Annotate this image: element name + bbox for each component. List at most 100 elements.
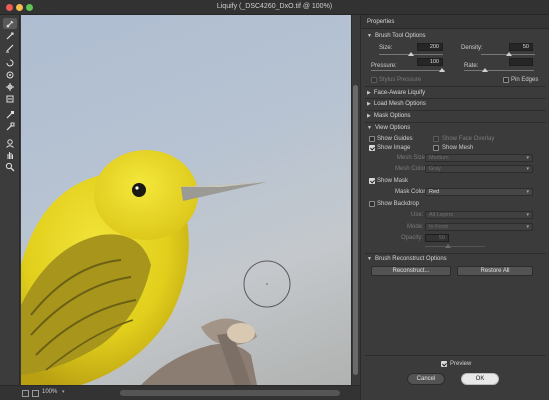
pressure-label: Pressure: [371, 63, 397, 69]
hand-tool[interactable] [3, 149, 17, 160]
view-options-header[interactable]: ▼ View Options [367, 125, 410, 131]
opacity-slider-knob[interactable] [445, 244, 451, 248]
show-mesh-label: Show Mesh [442, 145, 474, 151]
reconstruct-icon [6, 32, 14, 39]
size-input[interactable]: 200 [417, 43, 443, 51]
status-panel-icon[interactable] [22, 390, 29, 397]
show-backdrop-checkbox[interactable] [369, 201, 375, 207]
smooth-icon [6, 44, 14, 52]
rate-slider-knob[interactable] [482, 68, 488, 72]
show-face-overlay-label: Show Face Overlay [442, 136, 495, 142]
show-image-label: Show Image [377, 145, 411, 151]
preview-label: Preview [450, 361, 472, 367]
show-image-checkbox[interactable] [369, 145, 375, 151]
mode-label: Mode: [407, 224, 424, 230]
thaw-mask-icon [6, 122, 15, 130]
mode-select[interactable]: In Front ▾ [425, 223, 533, 231]
twirl-tool[interactable] [3, 57, 17, 68]
vertical-scrollbar[interactable] [351, 15, 359, 385]
pucker-tool[interactable] [3, 69, 17, 80]
stylus-pressure-label: Stylus Pressure [379, 77, 422, 83]
mask-color-select[interactable]: Red ▾ [425, 188, 533, 196]
expanded-triangle-icon: ▼ [367, 33, 372, 39]
show-guides-label: Show Guides [377, 136, 413, 142]
status-bar: 100% ▾ [0, 385, 360, 400]
show-mask-label: Show Mask [377, 178, 409, 184]
density-label: Density: [461, 45, 483, 51]
show-backdrop-label: Show Backdrop [377, 201, 420, 207]
mask-color-label: Mask Color: [395, 189, 428, 195]
ok-button[interactable]: OK [461, 373, 499, 385]
status-view-icon[interactable] [32, 390, 39, 397]
liquify-toolbar [0, 15, 20, 385]
panel-header: Properties [361, 15, 549, 29]
show-mask-checkbox[interactable] [369, 178, 375, 184]
reconstruct-button[interactable]: Reconstruct... [371, 266, 451, 276]
twirl-icon [6, 59, 14, 66]
mesh-size-select[interactable]: Medium ▾ [425, 154, 533, 162]
mesh-size-label: Mesh Size: [397, 155, 427, 161]
title-bar: Liquify (_DSC4260_DxO.tif @ 100%) [0, 0, 549, 15]
freeze-mask-tool[interactable] [3, 109, 17, 120]
restore-all-button[interactable]: Restore All [457, 266, 533, 276]
face-icon [6, 138, 14, 148]
push-left-icon [6, 95, 14, 102]
face-tool[interactable] [3, 137, 17, 148]
bird-photo [21, 150, 291, 385]
bloat-icon [6, 82, 14, 91]
expanded-triangle-icon: ▼ [367, 256, 372, 262]
image-canvas[interactable] [21, 15, 351, 385]
opacity-input[interactable]: 50 [425, 234, 449, 242]
density-input[interactable]: 50 [509, 43, 533, 51]
thaw-mask-tool[interactable] [3, 121, 17, 132]
hand-icon [7, 151, 13, 159]
chevron-down-icon: ▾ [526, 224, 529, 230]
mesh-color-label: Mesh Color: [395, 166, 428, 172]
push-left-tool[interactable] [3, 93, 17, 104]
cancel-button[interactable]: Cancel [407, 373, 445, 385]
chevron-down-icon: ▾ [526, 166, 529, 172]
zoom-icon [5, 162, 15, 171]
collapsed-triangle-icon: ▶ [367, 101, 371, 107]
use-select[interactable]: All Layers ▾ [425, 211, 533, 219]
brush-tool-options-header[interactable]: ▼ Brush Tool Options [367, 33, 426, 39]
show-face-overlay-checkbox[interactable] [433, 136, 439, 142]
forward-warp-icon [6, 20, 14, 27]
pin-edges-checkbox[interactable] [503, 77, 509, 83]
face-aware-liquify-header[interactable]: ▶ Face-Aware Liquify [367, 90, 425, 96]
rate-input[interactable] [509, 58, 533, 66]
stylus-pressure-checkbox[interactable] [371, 77, 377, 83]
pin-edges-label: Pin Edges [511, 77, 539, 83]
pressure-input[interactable]: 100 [417, 58, 443, 66]
zoom-tool[interactable] [3, 161, 17, 172]
smooth-tool[interactable] [3, 42, 17, 53]
preview-checkbox[interactable] [441, 361, 447, 367]
size-label: Size: [379, 45, 393, 51]
size-slider-knob[interactable] [408, 52, 414, 56]
mesh-color-select[interactable]: Gray ▾ [425, 165, 533, 173]
forward-warp-tool[interactable] [3, 18, 17, 29]
density-slider-knob[interactable] [506, 52, 512, 56]
use-label: Use: [411, 212, 424, 218]
horizontal-scrollbar[interactable] [120, 390, 340, 396]
collapsed-triangle-icon: ▶ [367, 113, 371, 119]
rate-label: Rate: [464, 63, 479, 69]
pressure-slider[interactable] [371, 70, 445, 71]
show-guides-checkbox[interactable] [369, 136, 375, 142]
show-mesh-checkbox[interactable] [433, 145, 439, 151]
opacity-slider[interactable] [425, 246, 485, 247]
panel-title: Properties [367, 19, 395, 25]
rate-slider[interactable] [464, 70, 534, 71]
vertical-scroll-thumb[interactable] [353, 85, 358, 375]
expanded-triangle-icon: ▼ [367, 125, 372, 131]
zoom-dropdown-icon[interactable]: ▾ [62, 389, 65, 395]
mask-options-header[interactable]: ▶ Mask Options [367, 113, 411, 119]
zoom-level[interactable]: 100% [42, 389, 57, 395]
pucker-icon [6, 71, 14, 78]
chevron-down-icon: ▾ [526, 212, 529, 218]
bloat-tool[interactable] [3, 81, 17, 92]
load-mesh-options-header[interactable]: ▶ Load Mesh Options [367, 101, 426, 107]
reconstruct-tool[interactable] [3, 30, 17, 41]
pressure-slider-knob[interactable] [439, 68, 445, 72]
brush-reconstruct-options-header[interactable]: ▼ Brush Reconstruct Options [367, 256, 447, 262]
